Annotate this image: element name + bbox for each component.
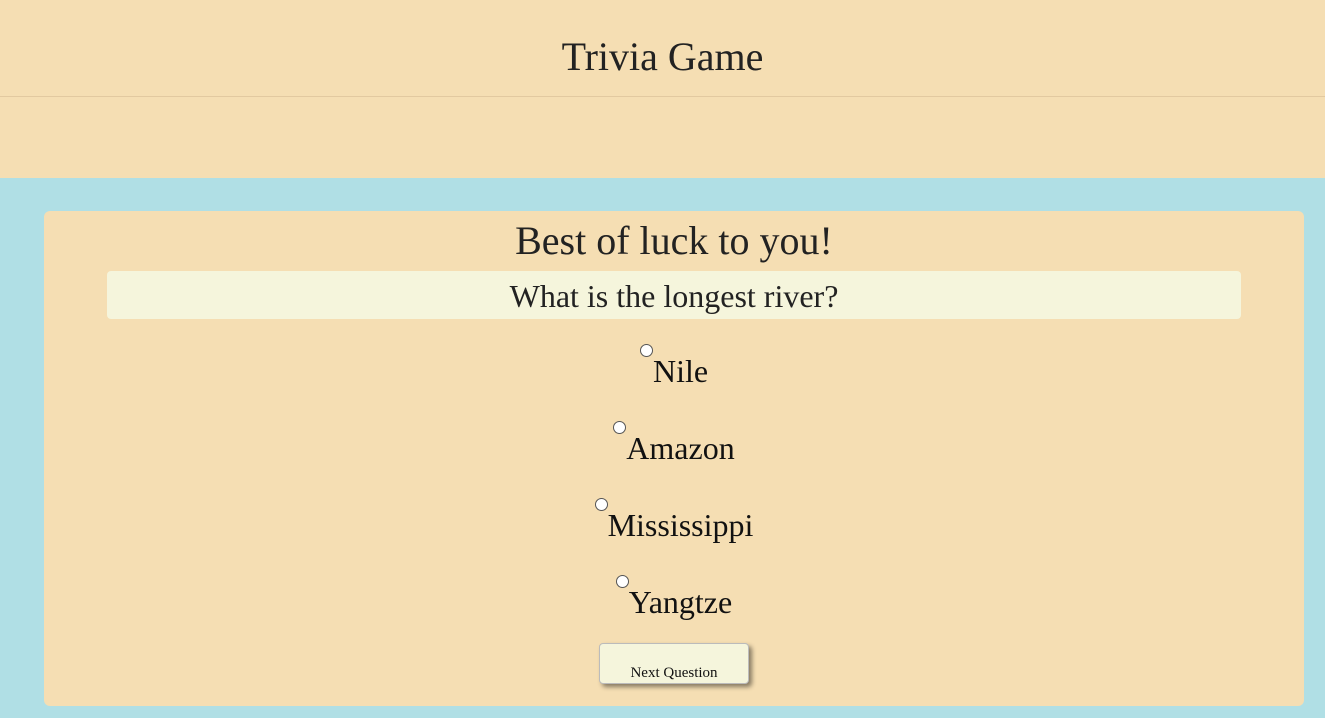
answer-inner: Yangtze <box>615 570 732 647</box>
answer-inner: Nile <box>639 339 708 416</box>
app-title: Trivia Game <box>561 34 764 79</box>
answer-option-amazon[interactable]: Amazon <box>44 416 1304 493</box>
answer-radio-mississippi[interactable] <box>594 498 608 511</box>
answer-radio-nile[interactable] <box>639 344 653 357</box>
answer-option-mississippi[interactable]: Mississippi <box>44 493 1304 570</box>
answer-radio-yangtze[interactable] <box>615 575 629 588</box>
next-question-button[interactable]: Next Question <box>599 643 749 684</box>
answer-label[interactable]: Amazon <box>626 430 734 466</box>
greeting-text: Best of luck to you! <box>515 218 833 263</box>
answer-label[interactable]: Yangtze <box>629 584 732 620</box>
answer-radio-amazon[interactable] <box>613 421 627 434</box>
answer-option-yangtze[interactable]: Yangtze <box>44 570 1304 647</box>
game-card: Best of luck to you! What is the longest… <box>44 211 1304 706</box>
answer-label[interactable]: Nile <box>653 353 708 389</box>
answer-inner: Mississippi <box>594 493 754 570</box>
next-question-label: Next Question <box>630 665 718 681</box>
question-box: What is the longest river? <box>107 271 1241 319</box>
page-header: Trivia Game <box>0 0 1325 178</box>
answer-option-nile[interactable]: Nile <box>44 339 1304 416</box>
question-text: What is the longest river? <box>509 278 839 314</box>
answer-inner: Amazon <box>613 416 735 493</box>
title-bar: Trivia Game <box>0 0 1325 97</box>
answer-label[interactable]: Mississippi <box>608 507 754 543</box>
answer-list: Nile Amazon Mississippi Yangtze <box>44 339 1304 647</box>
